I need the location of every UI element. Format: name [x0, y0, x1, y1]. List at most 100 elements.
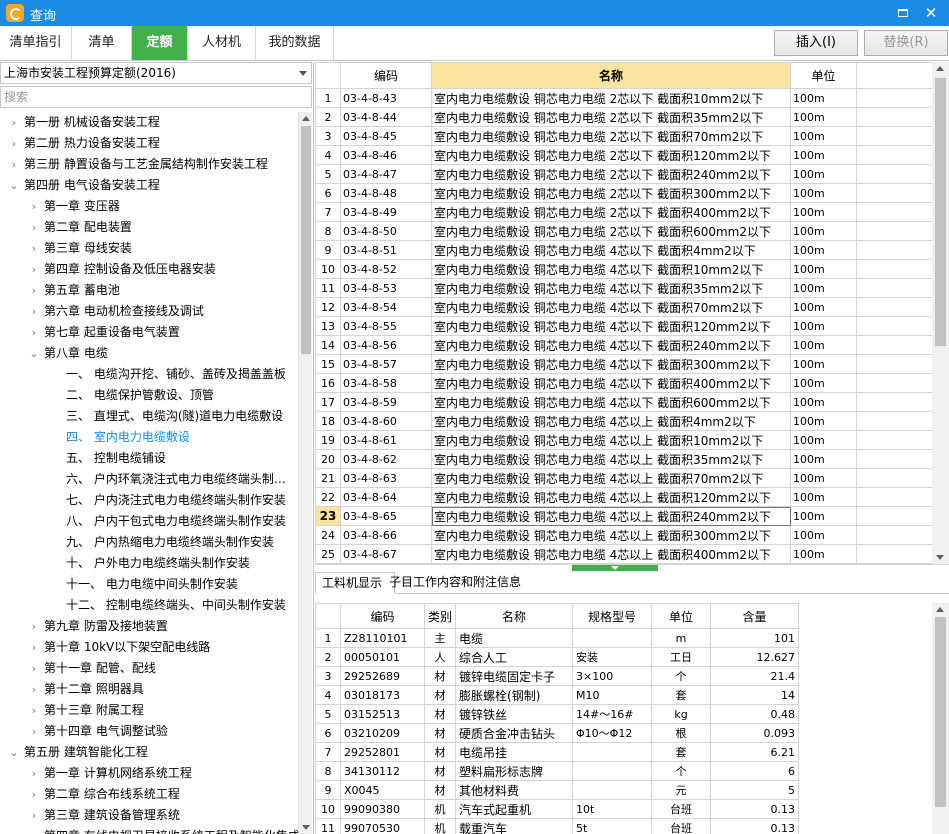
resource-unit[interactable]: 根	[651, 723, 712, 743]
column-header-spec[interactable]: 规格型号	[572, 603, 653, 629]
tree-node[interactable]: 一、 电缆沟开挖、铺砂、盖砖及揭盖盖板	[0, 364, 298, 385]
panel-splitter[interactable]	[315, 564, 949, 572]
chevron-right-icon[interactable]: ›	[28, 805, 40, 826]
resource-category[interactable]: 材	[423, 742, 457, 762]
quota-unit[interactable]: 100m	[790, 221, 857, 241]
scrollbar-thumb[interactable]	[935, 617, 946, 807]
tree-node[interactable]: ⌄ 第五册 建筑智能化工程	[0, 742, 298, 763]
scrollbar-thumb[interactable]	[301, 126, 311, 354]
quota-name[interactable]: 室内电力电缆敷设 铜芯电力电缆 2芯以下 截面积10mm2以下	[431, 88, 791, 108]
resource-spec[interactable]	[572, 742, 653, 762]
quota-unit[interactable]: 100m	[790, 259, 857, 279]
resource-spec[interactable]: 3×100	[572, 666, 653, 686]
quota-name[interactable]: 室内电力电缆敷设 铜芯电力电缆 2芯以下 截面积400mm2以下	[431, 202, 791, 222]
tree-node[interactable]: › 第三章 母线安装	[0, 238, 298, 259]
quota-code[interactable]: 03-4-8-64	[340, 487, 432, 507]
table-row[interactable]: 5 03-4-8-47 室内电力电缆敷设 铜芯电力电缆 2芯以下 截面积240mm2…	[315, 164, 933, 184]
quota-name[interactable]: 室内电力电缆敷设 铜芯电力电缆 4芯以上 截面积4mm2以下	[431, 411, 791, 431]
resource-spec[interactable]	[572, 780, 653, 800]
close-icon[interactable]: ✕	[921, 3, 941, 23]
row-index[interactable]: 19	[315, 430, 341, 450]
table-row[interactable]: 18 03-4-8-60 室内电力电缆敷设 铜芯电力电缆 4芯以上 截面积4mm2以…	[315, 411, 933, 431]
row-index[interactable]: 9	[315, 240, 341, 260]
resource-code[interactable]: 03152513	[340, 704, 425, 724]
resource-code[interactable]: 03018173	[340, 685, 425, 705]
quota-name[interactable]: 室内电力电缆敷设 铜芯电力电缆 4芯以上 截面积400mm2以下	[431, 544, 791, 564]
table-row[interactable]: 12 03-4-8-54 室内电力电缆敷设 铜芯电力电缆 4芯以下 截面积70mm2…	[315, 297, 933, 317]
table-row[interactable]: 6 03210209 材硬质合金冲击钻头 Φ10～Φ12 根 0.093	[315, 723, 800, 743]
resource-code[interactable]: X0045	[340, 780, 425, 800]
row-index[interactable]: 8	[315, 761, 341, 781]
resource-unit[interactable]: 套	[651, 685, 712, 705]
resource-quantity[interactable]: 0.13	[710, 818, 800, 834]
quota-code[interactable]: 03-4-8-55	[340, 316, 432, 336]
resource-name[interactable]: 镀锌铁丝	[455, 704, 574, 724]
quota-unit[interactable]: 100m	[790, 544, 857, 564]
quota-name[interactable]: 室内电力电缆敷设 铜芯电力电缆 4芯以上 截面积35mm2以下	[431, 449, 791, 469]
table-row[interactable]: 5 03152513 材镀锌铁丝 14#～16# kg 0.48	[315, 704, 800, 724]
column-header-code[interactable]: 编码	[340, 603, 425, 629]
resource-table-scrollbar[interactable]	[932, 603, 949, 834]
chevron-down-icon[interactable]: ⌄	[8, 175, 20, 196]
table-row[interactable]: 4 03-4-8-46 室内电力电缆敷设 铜芯电力电缆 2芯以下 截面积120mm2…	[315, 145, 933, 165]
column-header-quantity[interactable]: 含量	[710, 603, 800, 629]
tree-node[interactable]: › 第一章 变压器	[0, 196, 298, 217]
resource-category[interactable]: 材	[423, 780, 457, 800]
row-index[interactable]: 15	[315, 354, 341, 374]
resource-quantity[interactable]: 0.093	[710, 723, 800, 743]
chevron-right-icon[interactable]: ›	[28, 721, 40, 742]
quota-unit[interactable]: 100m	[790, 145, 857, 165]
tree-node[interactable]: 十、 户外电力电缆终端头制作安装	[0, 553, 298, 574]
tree-node[interactable]: 十一、 电力电缆中间头制作安装	[0, 574, 298, 595]
chevron-right-icon[interactable]: ›	[8, 112, 20, 133]
quota-name[interactable]: 室内电力电缆敷设 铜芯电力电缆 4芯以上 截面积10mm2以下	[431, 430, 791, 450]
tree-node[interactable]: › 第一章 计算机网络系统工程	[0, 763, 298, 784]
tree-node[interactable]: ⌄ 第八章 电缆	[0, 343, 298, 364]
table-row[interactable]: 3 03-4-8-45 室内电力电缆敷设 铜芯电力电缆 2芯以下 截面积70mm2以…	[315, 126, 933, 146]
quota-unit[interactable]: 100m	[790, 297, 857, 317]
scroll-up-icon[interactable]	[936, 66, 944, 71]
resource-category[interactable]: 机	[423, 818, 457, 834]
row-index[interactable]: 7	[315, 742, 341, 762]
tree-node[interactable]: › 第十一章 配管、配线	[0, 658, 298, 679]
resource-unit[interactable]: 套	[651, 742, 712, 762]
chevron-right-icon[interactable]: ›	[28, 196, 40, 217]
tree-node[interactable]: › 第十二章 照明器具	[0, 679, 298, 700]
table-row[interactable]: 7 29252801 材电缆吊挂 套 6.21	[315, 742, 800, 762]
resource-unit[interactable]: 个	[651, 761, 712, 781]
row-index[interactable]: 8	[315, 221, 341, 241]
quota-code[interactable]: 03-4-8-63	[340, 468, 432, 488]
resource-quantity[interactable]: 101	[710, 628, 800, 648]
row-index[interactable]: 14	[315, 335, 341, 355]
row-index[interactable]: 2	[315, 107, 341, 127]
quota-name[interactable]: 室内电力电缆敷设 铜芯电力电缆 4芯以上 截面积240mm2以下	[431, 506, 791, 526]
quota-unit[interactable]: 100m	[790, 183, 857, 203]
quota-code[interactable]: 03-4-8-66	[340, 525, 432, 545]
quota-code[interactable]: 03-4-8-51	[340, 240, 432, 260]
quota-code[interactable]: 03-4-8-60	[340, 411, 432, 431]
collapse-grip-icon[interactable]	[572, 565, 658, 571]
tree-node[interactable]: › 第一册 机械设备安装工程	[0, 112, 298, 133]
quota-unit[interactable]: 100m	[790, 335, 857, 355]
resource-quantity[interactable]: 0.13	[710, 799, 800, 819]
row-index[interactable]: 10	[315, 259, 341, 279]
resource-code[interactable]: 03210209	[340, 723, 425, 743]
table-row[interactable]: 2 00050101 人综合人工 安装 工日 12.627	[315, 647, 800, 667]
table-row[interactable]: 16 03-4-8-58 室内电力电缆敷设 铜芯电力电缆 4芯以下 截面积400mm…	[315, 373, 933, 393]
quota-table-scrollbar[interactable]	[932, 62, 949, 564]
tab-resources[interactable]: 人材机	[188, 26, 256, 60]
row-index[interactable]: 3	[315, 666, 341, 686]
quota-unit[interactable]: 100m	[790, 506, 857, 526]
quota-code[interactable]: 03-4-8-45	[340, 126, 432, 146]
table-row[interactable]: 13 03-4-8-55 室内电力电缆敷设 铜芯电力电缆 4芯以下 截面积120mm…	[315, 316, 933, 336]
scrollbar-thumb[interactable]	[935, 78, 946, 346]
quota-unit[interactable]: 100m	[790, 487, 857, 507]
tab-bill-guide[interactable]: 清单指引	[0, 26, 72, 60]
resource-quantity[interactable]: 14	[710, 685, 800, 705]
tree-node[interactable]: 七、 户内浇注式电力电缆终端头制作安装	[0, 490, 298, 511]
replace-button[interactable]: 替换(R)	[864, 30, 948, 56]
resource-category[interactable]: 材	[423, 761, 457, 781]
row-index[interactable]: 6	[315, 183, 341, 203]
chevron-right-icon[interactable]: ›	[8, 154, 20, 175]
quota-unit[interactable]: 100m	[790, 525, 857, 545]
